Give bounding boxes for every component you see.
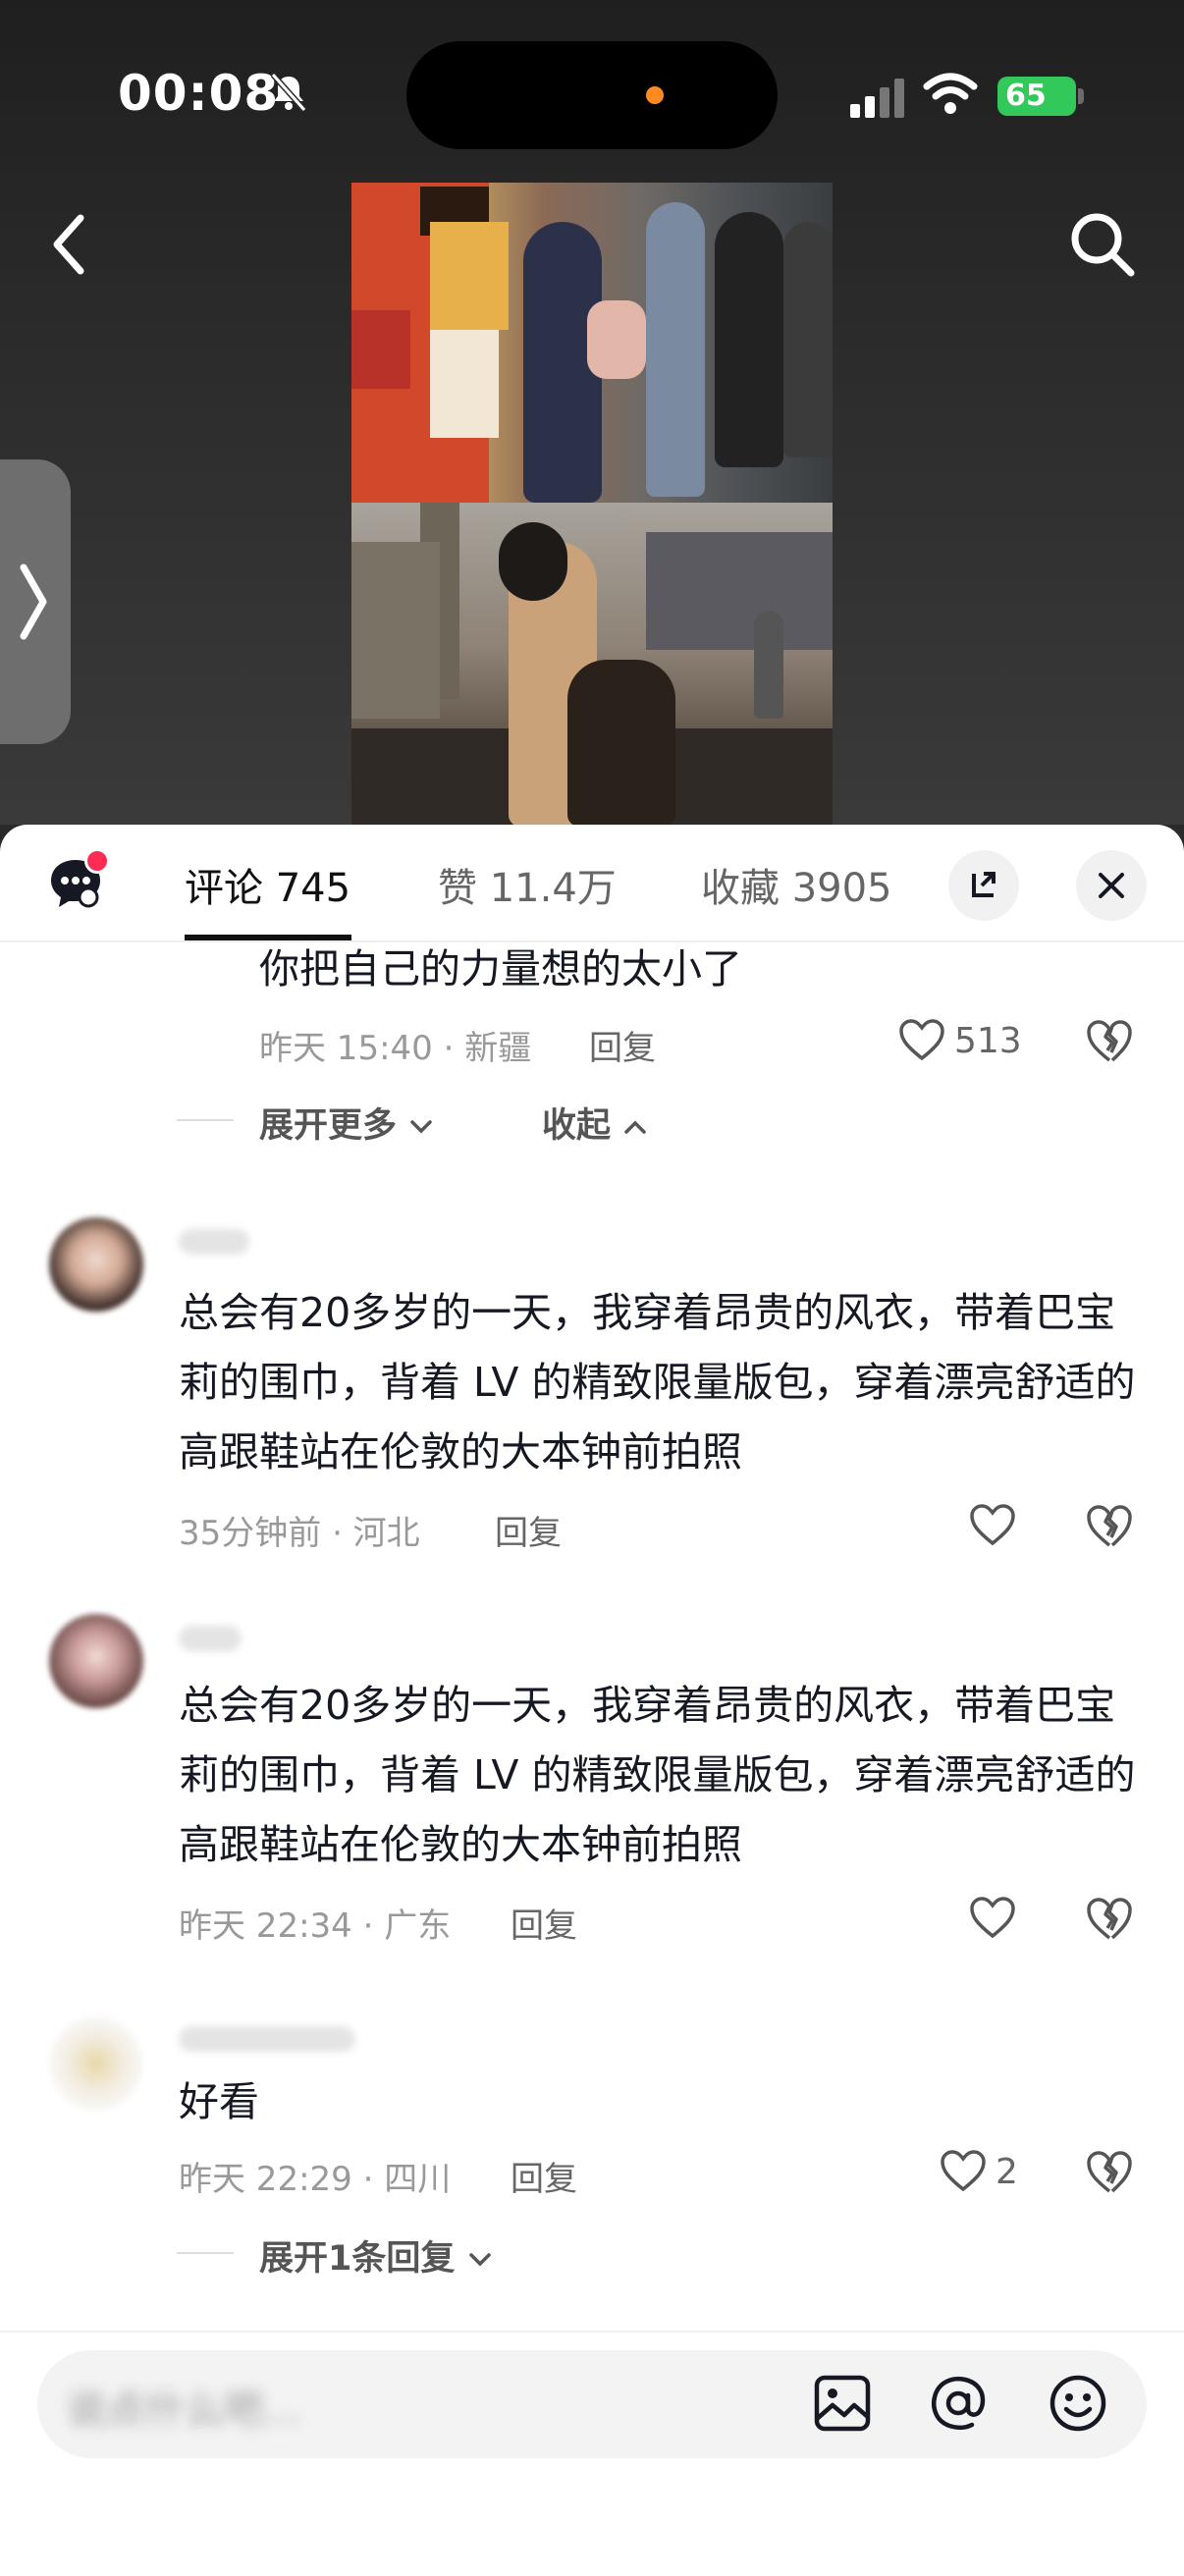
tab-favorites[interactable]: 收藏 3905: [701, 856, 892, 913]
wifi-icon: [923, 73, 978, 114]
at-icon[interactable]: [927, 2372, 990, 2435]
fold-divider: [177, 2252, 234, 2254]
back-icon[interactable]: [43, 210, 96, 279]
username[interactable]: [179, 1229, 249, 1255]
comment-text: 好看: [179, 2078, 259, 2125]
reply-button[interactable]: 回复: [589, 1021, 656, 1069]
heart-icon[interactable]: [968, 1502, 1017, 1547]
london-photo: [351, 503, 833, 827]
heart-icon[interactable]: [968, 1895, 1017, 1940]
bell-slash-icon: [270, 73, 307, 112]
comment-input-placeholder: 说点什么吧...: [67, 2388, 301, 2433]
post-image-collage[interactable]: [351, 183, 833, 827]
comment-text: 总会有20多岁的一天，我穿着昂贵的风衣，带着巴宝莉的围巾，背着 LV 的精致限量…: [179, 1289, 1136, 1476]
reply-button[interactable]: 回复: [511, 2152, 577, 2200]
dynamic-island: [406, 41, 778, 149]
like-count: 513: [954, 1021, 1022, 1061]
comment-meta: 昨天 22:34 · 广东: [179, 1906, 452, 1946]
fold-divider: [177, 1119, 234, 1121]
tab-comments[interactable]: 评论 745: [185, 856, 350, 913]
broken-heart-icon[interactable]: [1086, 1017, 1133, 1064]
expand-more-button[interactable]: 展开更多: [259, 1098, 434, 1148]
broken-heart-icon[interactable]: [1086, 1502, 1133, 1549]
broken-heart-icon[interactable]: [1086, 2148, 1133, 2195]
chevron-up-icon: [624, 1120, 646, 1134]
tab-likes[interactable]: 赞 11.4万: [438, 856, 617, 913]
chevron-down-icon: [410, 1120, 432, 1134]
chevron-right-icon[interactable]: [14, 558, 53, 646]
street-photo: [351, 183, 833, 503]
expand-replies-label: 展开1条回复: [259, 2239, 456, 2279]
chevron-down-icon: [468, 2253, 491, 2267]
broken-heart-icon[interactable]: [1086, 1895, 1133, 1942]
avatar[interactable]: [49, 1217, 143, 1312]
image-icon[interactable]: [811, 2372, 874, 2435]
collapse-button[interactable]: 收起: [542, 1098, 648, 1148]
heart-icon[interactable]: [897, 1017, 946, 1062]
expand-icon: [972, 872, 996, 897]
recording-indicator: [646, 86, 664, 104]
avatar[interactable]: [49, 1614, 143, 1708]
notification-dot: [84, 848, 110, 874]
username[interactable]: [179, 1626, 242, 1651]
comment-text: 总会有20多岁的一天，我穿着昂贵的风衣，带着巴宝莉的围巾，背着 LV 的精致限量…: [179, 1682, 1136, 1868]
comment-tabs: 评论 745 赞 11.4万 收藏 3905: [0, 825, 1184, 942]
search-icon[interactable]: [1066, 208, 1139, 281]
status-time: 00:08: [118, 65, 280, 122]
battery-nub: [1078, 88, 1084, 104]
comment-meta: 昨天 22:29 · 四川: [179, 2160, 452, 2199]
expand-more-label: 展开更多: [259, 1106, 398, 1146]
signal-icon: [850, 79, 904, 118]
expand-replies-button[interactable]: 展开1条回复: [259, 2230, 493, 2281]
comment-meta: 昨天 15:40 · 新疆: [259, 1029, 532, 1068]
reply-button[interactable]: 回复: [511, 1899, 577, 1947]
battery-indicator: 65: [997, 77, 1076, 116]
emoji-icon[interactable]: [1047, 2372, 1109, 2435]
avatar[interactable]: [49, 2016, 143, 2111]
collapse-label: 收起: [542, 1106, 612, 1146]
close-icon: [1099, 873, 1124, 898]
username[interactable]: [179, 2026, 355, 2052]
expand-button[interactable]: [948, 850, 1019, 921]
like-count: 2: [996, 2152, 1018, 2192]
comment-text: 你把自己的力量想的太小了: [259, 945, 742, 993]
reply-button[interactable]: 回复: [495, 1506, 562, 1554]
close-button[interactable]: [1076, 850, 1147, 921]
comment-meta: 35分钟前 · 河北: [179, 1514, 420, 1553]
heart-icon[interactable]: [939, 2148, 988, 2193]
